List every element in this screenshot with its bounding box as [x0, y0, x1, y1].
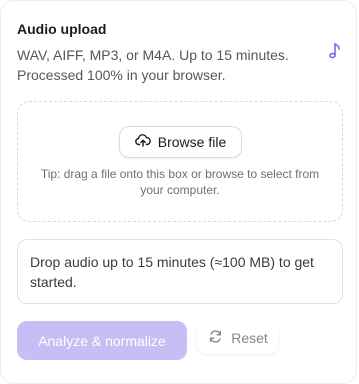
status-message: Drop audio up to 15 minutes (≈100 MB) to… [17, 239, 343, 304]
audio-upload-card: Audio upload WAV, AIFF, MP3, or M4A. Up … [0, 0, 357, 384]
reset-button[interactable]: Reset [197, 321, 279, 354]
reset-label: Reset [231, 329, 268, 346]
file-dropzone[interactable]: Browse file Tip: drag a file onto this b… [17, 101, 343, 222]
music-note-icon [326, 41, 344, 61]
browse-file-label: Browse file [157, 134, 227, 150]
upload-cloud-icon [134, 132, 151, 153]
card-title: Audio upload [17, 21, 107, 37]
refresh-icon [208, 329, 223, 347]
analyze-normalize-button[interactable]: Analyze & normalize [17, 321, 187, 360]
card-description: WAV, AIFF, MP3, or M4A. Up to 15 minutes… [17, 47, 289, 83]
dropzone-tip: Tip: drag a file onto this box or browse… [40, 167, 320, 197]
browse-file-button[interactable]: Browse file [119, 126, 242, 158]
